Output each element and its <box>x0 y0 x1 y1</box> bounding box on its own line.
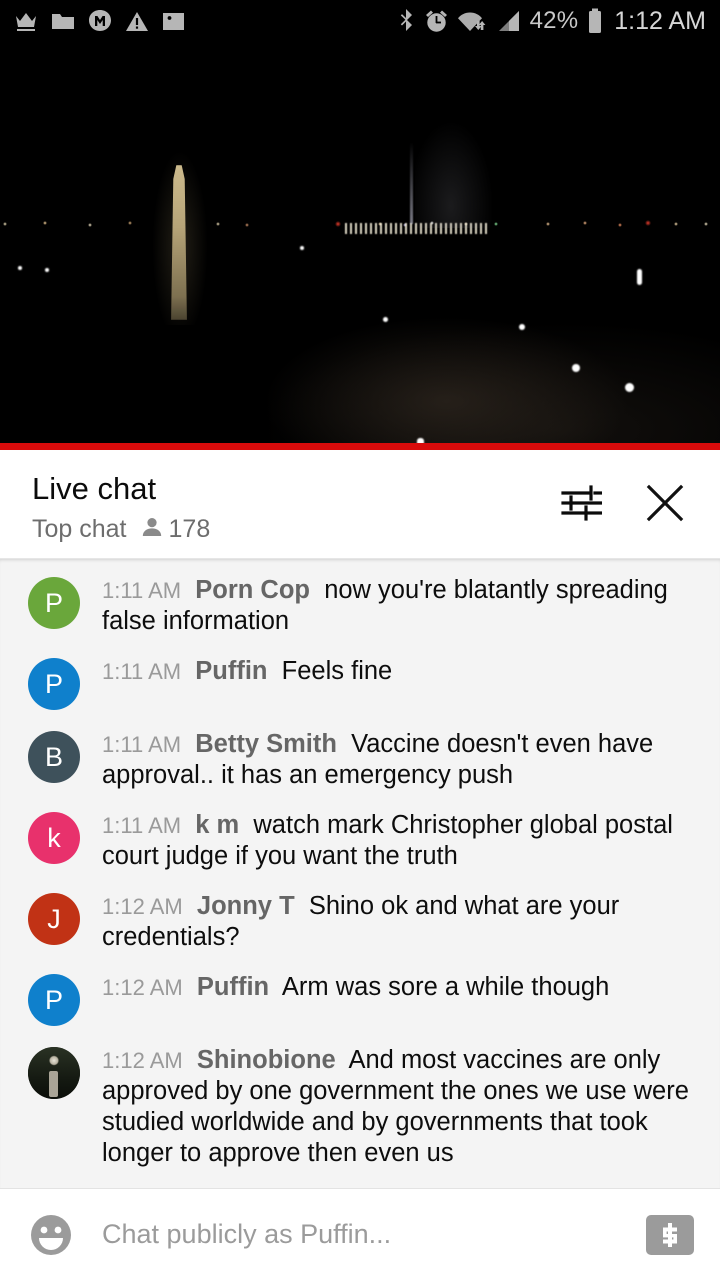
status-bar-right-icons: 42% 1:12 AM <box>399 7 706 36</box>
message-body: 1:12 AM Shinobione And most vaccines are… <box>102 1044 698 1169</box>
avatar-letter: k <box>47 822 61 853</box>
message-author[interactable]: Puffin <box>197 973 269 1001</box>
message-timestamp: 1:11 AM <box>102 732 182 757</box>
light-spark <box>383 317 388 322</box>
chat-mode-label[interactable]: Top chat <box>32 514 127 544</box>
avatar[interactable] <box>28 1047 80 1099</box>
dollar-superchat-icon[interactable] <box>646 1214 694 1255</box>
avatar[interactable]: P <box>28 974 80 1026</box>
message-author[interactable]: Shinobione <box>197 1046 336 1074</box>
youtube-live-chat-screen: 42% 1:12 AM Live chat Top chat 178 P 1:1… <box>0 0 720 1280</box>
viewer-count-group: 178 <box>141 514 211 544</box>
list-item[interactable]: J 1:12 AM Jonny T Shino ok and what are … <box>0 881 720 962</box>
live-chat-subheader: Top chat 178 <box>32 514 210 544</box>
message-body: 1:11 AM Porn Cop now you're blatantly sp… <box>102 574 698 637</box>
avatar[interactable]: k <box>28 812 80 864</box>
message-timestamp: 1:11 AM <box>102 578 182 603</box>
message-body: 1:12 AM Jonny T Shino ok and what are yo… <box>102 890 698 953</box>
light-spark <box>300 246 304 250</box>
video-frame-night-scene <box>0 42 720 450</box>
list-item[interactable]: P 1:11 AM Porn Cop now you're blatantly … <box>0 565 720 646</box>
message-timestamp: 1:11 AM <box>102 813 182 838</box>
folder-icon <box>51 11 75 31</box>
battery-percent-label: 42% <box>529 7 579 34</box>
video-player[interactable] <box>0 42 720 450</box>
emoji-smiley-icon[interactable] <box>28 1212 74 1258</box>
live-chat-header-texts: Live chat Top chat 178 <box>32 470 210 544</box>
avatar[interactable]: J <box>28 893 80 945</box>
message-text: Feels fine <box>281 657 393 685</box>
message-author[interactable]: Betty Smith <box>195 730 337 758</box>
message-timestamp: 1:12 AM <box>102 1048 183 1073</box>
avatar[interactable]: B <box>28 731 80 783</box>
list-item[interactable]: P 1:12 AM Puffin Arm was sore a while th… <box>0 962 720 1035</box>
message-body: 1:11 AM Puffin Feels fine <box>102 655 698 687</box>
light-spark <box>637 269 642 285</box>
video-progress-bar[interactable] <box>0 443 720 450</box>
warning-icon <box>125 11 149 32</box>
light-spark <box>18 266 22 270</box>
viewer-count-label: 178 <box>168 514 211 543</box>
chat-input-placeholder[interactable]: Chat publicly as Puffin... <box>102 1219 646 1250</box>
message-text: Vaccine doesn't even have approval.. it … <box>102 730 654 789</box>
avatar-letter: B <box>44 741 63 772</box>
light-spark <box>572 364 580 372</box>
live-chat-header-actions <box>558 470 696 526</box>
light-spark <box>625 383 634 392</box>
avatar-letter: J <box>47 903 61 934</box>
list-item[interactable]: k 1:11 AM k m watch mark Christopher glo… <box>0 800 720 881</box>
message-body: 1:11 AM k m watch mark Christopher globa… <box>102 809 698 872</box>
chat-message-list[interactable]: P 1:11 AM Porn Cop now you're blatantly … <box>0 559 720 1188</box>
photo-icon <box>162 11 185 32</box>
messenger-icon <box>88 9 112 33</box>
status-bar: 42% 1:12 AM <box>0 0 720 42</box>
alarm-icon <box>424 9 449 34</box>
message-text: now you're blatantly spreading false inf… <box>102 576 668 635</box>
light-spark <box>45 268 49 272</box>
message-text: Arm was sore a while though <box>281 973 610 1001</box>
message-body: 1:12 AM Puffin Arm was sore a while thou… <box>102 971 698 1003</box>
cellular-signal-icon <box>495 9 521 33</box>
avatar-letter: P <box>44 668 63 699</box>
message-author[interactable]: Porn Cop <box>195 576 310 604</box>
firework-smoke <box>415 118 495 228</box>
message-author[interactable]: k m <box>195 811 239 839</box>
status-bar-left-icons <box>14 9 185 33</box>
list-item[interactable]: 1:12 AM Shinobione And most vaccines are… <box>0 1035 720 1178</box>
status-clock: 1:12 AM <box>614 6 706 35</box>
avatar[interactable]: P <box>28 658 80 710</box>
avatar[interactable]: P <box>28 577 80 629</box>
page-title: Live chat <box>32 471 157 506</box>
chat-input-bar: Chat publicly as Puffin... <box>0 1188 720 1280</box>
crown-icon <box>14 10 38 32</box>
message-text: And most vaccines are only approved by o… <box>102 1046 689 1167</box>
message-text: watch mark Christopher global postal cou… <box>102 811 673 870</box>
close-icon[interactable] <box>642 480 688 526</box>
avatar-letter: P <box>44 984 63 1015</box>
wifi-icon <box>457 9 486 33</box>
live-chat-header: Live chat Top chat 178 <box>0 450 720 559</box>
bluetooth-icon <box>399 8 415 34</box>
person-icon <box>141 516 163 543</box>
avatar-letter: P <box>44 587 63 618</box>
message-timestamp: 1:11 AM <box>102 659 182 684</box>
message-author[interactable]: Jonny T <box>197 892 295 920</box>
light-spark <box>519 324 525 330</box>
message-timestamp: 1:12 AM <box>102 894 183 919</box>
tune-sliders-icon[interactable] <box>558 480 604 526</box>
message-timestamp: 1:12 AM <box>102 975 183 1000</box>
battery-icon <box>587 8 603 34</box>
list-item[interactable]: B 1:11 AM Betty Smith Vaccine doesn't ev… <box>0 719 720 800</box>
list-item[interactable]: P 1:11 AM Puffin Feels fine <box>0 646 720 719</box>
message-author[interactable]: Puffin <box>195 657 267 685</box>
firework-trail <box>410 142 413 224</box>
message-body: 1:11 AM Betty Smith Vaccine doesn't even… <box>102 728 698 791</box>
